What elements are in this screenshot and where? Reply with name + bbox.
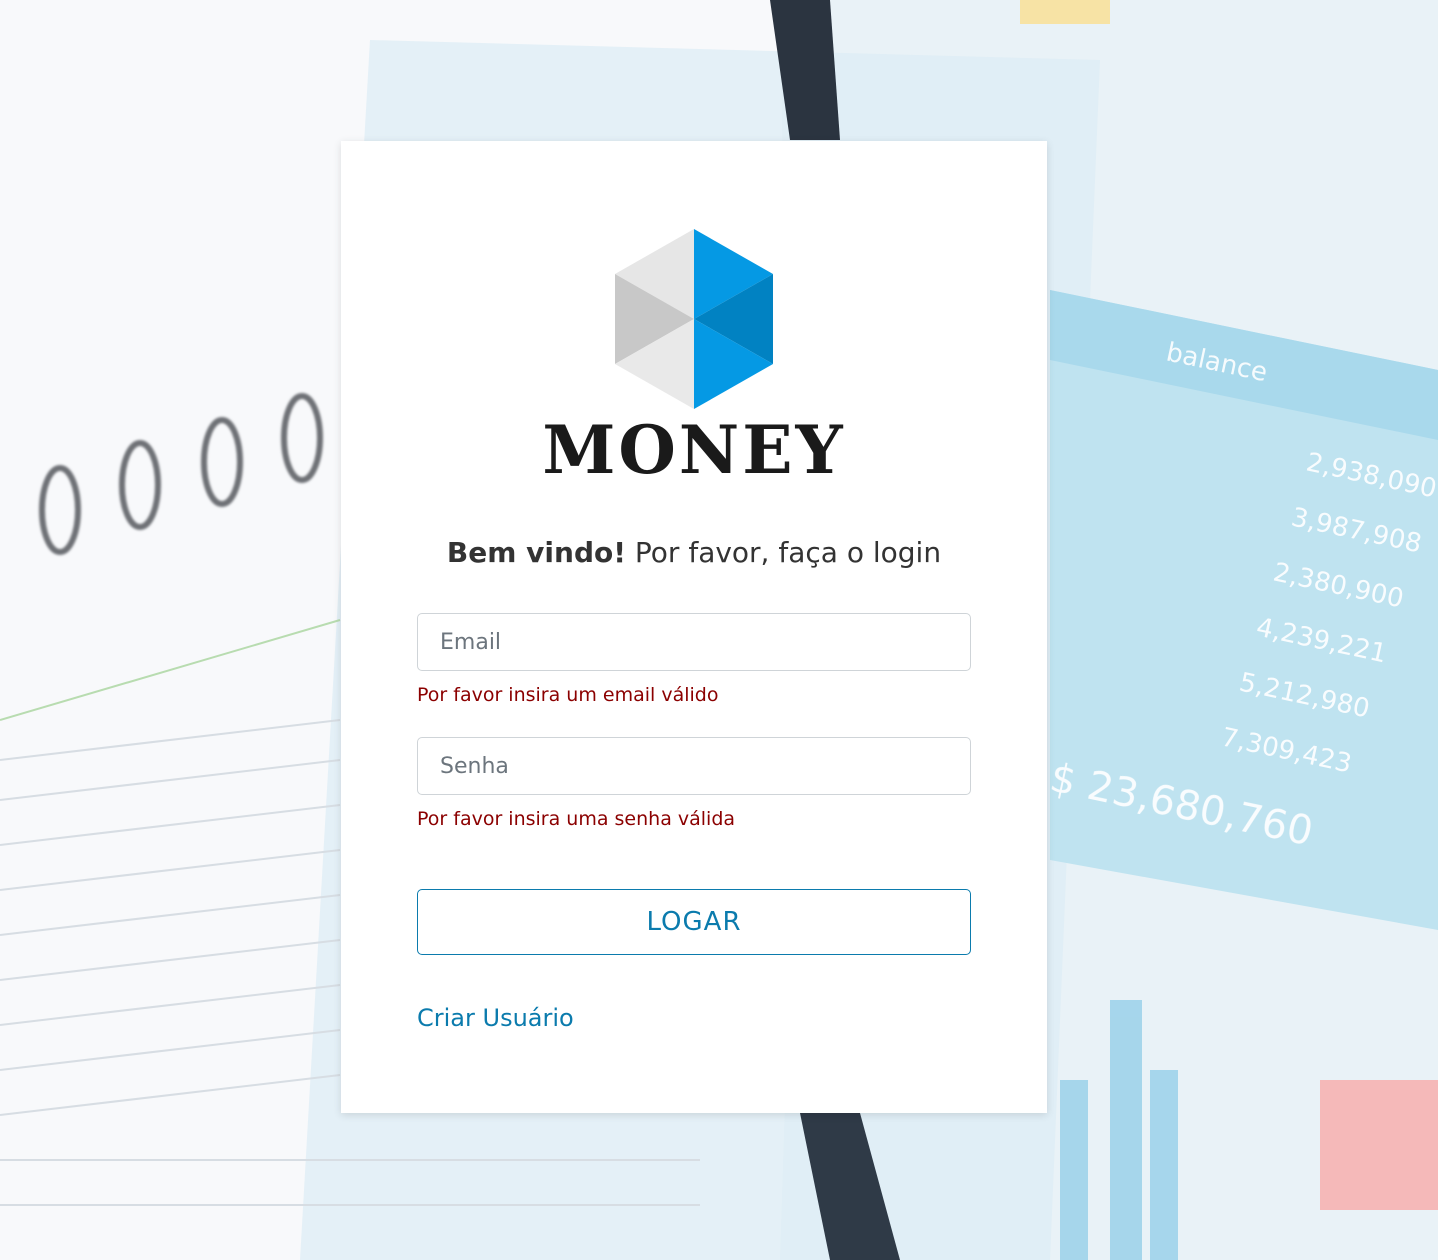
welcome-subtitle: Por favor, faça o login [626,536,942,569]
brand-wordmark: MONEY [542,411,846,489]
email-error-message: Por favor insira um email válido [417,684,719,706]
login-button[interactable]: LOGAR [417,889,971,955]
login-page: balance 2,938,090 3,987,908 2,380,900 4,… [0,0,1438,1260]
welcome-heading: Bem vindo! Por favor, faça o login [341,533,1047,573]
create-user-link[interactable]: Criar Usuário [417,1001,574,1035]
password-input[interactable] [417,737,971,795]
password-error-message: Por favor insira uma senha válida [417,808,736,830]
welcome-strong: Bem vindo! [446,536,626,569]
hexagon-logo-icon [615,229,773,409]
money-logo: MONEY [541,227,847,487]
email-input[interactable] [417,613,971,671]
login-card: MONEY Bem vindo! Por favor, faça o login… [341,141,1047,1113]
